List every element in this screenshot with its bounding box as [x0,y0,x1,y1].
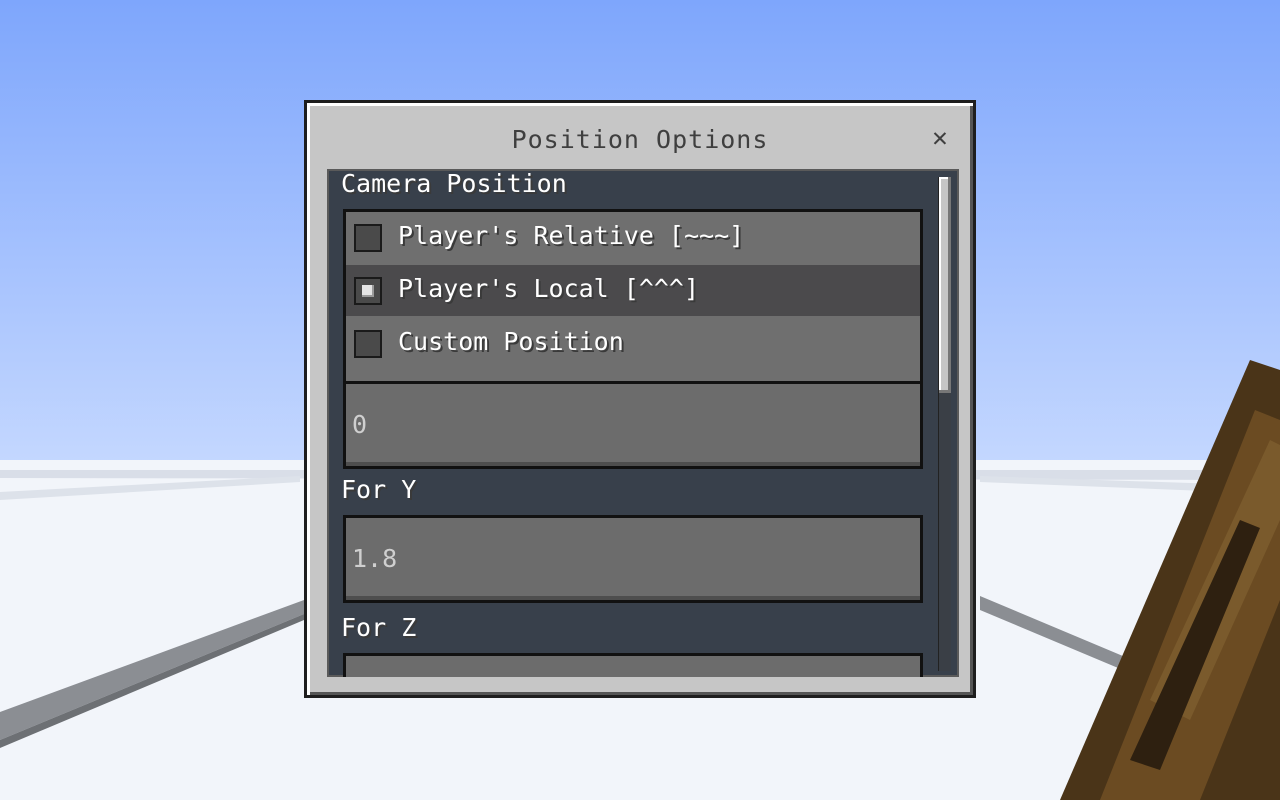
scrollbar-track[interactable] [938,177,951,671]
x-input-field[interactable]: 0 [343,381,923,469]
option-custom-position[interactable]: Custom Position [346,318,920,369]
camera-position-options: Player's Relative [~~~] Player's Local [… [343,209,923,385]
x-value: 0 [352,410,368,439]
position-options-dialog: Position Options ✕ Camera Position Playe… [304,100,976,698]
scroll-content[interactable]: Camera Position Player's Relative [~~~] … [327,169,959,677]
y-input-field[interactable]: 1.8 [343,515,923,603]
camera-position-label: Camera Position [341,169,567,198]
checkbox-checked-icon[interactable] [354,277,382,305]
close-icon[interactable]: ✕ [927,125,953,151]
checkbox-icon[interactable] [354,224,382,252]
z-input-field[interactable] [343,653,923,677]
option-label: Custom Position [398,327,624,356]
dialog-title: Position Options [511,125,769,154]
for-z-label: For Z [341,613,417,642]
scrollbar-thumb[interactable] [939,177,951,393]
option-label: Player's Local [^^^] [398,274,700,303]
checkbox-icon[interactable] [354,330,382,358]
option-label: Player's Relative [~~~] [398,221,745,250]
option-players-local[interactable]: Player's Local [^^^] [346,265,920,316]
option-players-relative[interactable]: Player's Relative [~~~] [346,212,920,263]
y-value: 1.8 [352,544,398,573]
for-y-label: For Y [341,475,417,504]
